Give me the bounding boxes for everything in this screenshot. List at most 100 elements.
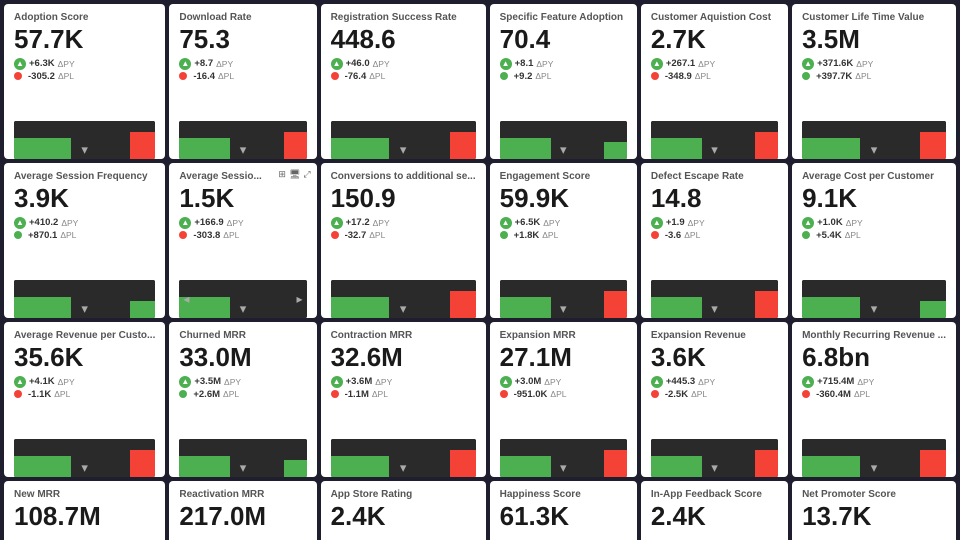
- card-chart: ▾: [179, 121, 306, 159]
- metric-card[interactable]: Contraction MRR32.6M▲+3.6M ΔPY-1.1M ΔPL▾: [321, 322, 486, 477]
- metric-card[interactable]: Average Revenue per Custo...35.6K▲+4.1K …: [4, 322, 165, 477]
- delta-green-icon: ▲: [500, 217, 512, 229]
- metric-card[interactable]: Average Cost per Customer9.1K▲+1.0K ΔPY+…: [792, 163, 956, 318]
- delta-py-value: +715.4M: [817, 376, 854, 387]
- delta-pl-value: +870.1: [28, 230, 57, 241]
- metric-card[interactable]: Customer Aquistion Cost 2.7K ▲+267.1 ΔPY-3…: [641, 4, 788, 159]
- delta-pl: -1.1K ΔPL: [14, 389, 155, 400]
- delta-pl-label: ΔPL: [542, 230, 558, 240]
- metric-card[interactable]: Average Session Frequency3.9K▲+410.2 ΔPY…: [4, 163, 165, 318]
- delta-pl-red-icon: [651, 231, 659, 239]
- metric-card[interactable]: Download Rate75.3▲+8.7 ΔPY-16.4 ΔPL▾: [169, 4, 316, 159]
- delta-pl: -2.5K ΔPL: [651, 389, 778, 400]
- metric-card[interactable]: Defect Escape Rate14.8▲+1.9 ΔPY-3.6 ΔPL▾: [641, 163, 788, 318]
- delta-py-label: ΔPY: [856, 59, 873, 69]
- delta-pl: -951.0K ΔPL: [500, 389, 627, 400]
- delta-pl-label: ΔPL: [695, 71, 711, 81]
- delta-pl-label: ΔPL: [223, 230, 239, 240]
- delta-pl-red-icon: [651, 72, 659, 80]
- delta-pl-red-icon: [500, 390, 508, 398]
- delta-pl-green-icon: [500, 72, 508, 80]
- metric-card[interactable]: New MRR108.7M: [4, 481, 165, 540]
- metric-card[interactable]: Net Promoter Score13.7K: [792, 481, 956, 540]
- delta-pl-label: ΔPL: [854, 389, 870, 399]
- card-chart: ▾: [331, 439, 476, 477]
- metric-card[interactable]: Adoption Score57.7K▲+6.3K ΔPY-305.2 ΔPL▾: [4, 4, 165, 159]
- delta-pl: -3.6 ΔPL: [651, 230, 778, 241]
- delta-green-icon: ▲: [179, 58, 191, 70]
- delta-py: ▲+17.2 ΔPY: [331, 217, 476, 229]
- delta-pl: +1.8K ΔPL: [500, 230, 627, 241]
- delta-pl-value: -3.6: [665, 230, 681, 241]
- metric-card[interactable]: Happiness Score61.3K: [490, 481, 637, 540]
- delta-pl: +9.2 ΔPL: [500, 71, 627, 82]
- delta-py: ▲+267.1 ΔPY: [651, 58, 778, 70]
- delta-py: ▲+6.3K ΔPY: [14, 58, 155, 70]
- card-title: Monthly Recurring Revenue ...: [802, 330, 946, 341]
- delta-py-value: +3.5M: [194, 376, 221, 387]
- card-chart: ▾: [331, 121, 476, 159]
- card-deltas: ▲+3.5M ΔPY+2.6M ΔPL: [179, 376, 306, 400]
- delta-py-value: +8.1: [515, 58, 534, 69]
- delta-pl: -32.7 ΔPL: [331, 230, 476, 241]
- delta-green-icon: ▲: [331, 58, 343, 70]
- delta-pl-label: ΔPL: [369, 71, 385, 81]
- delta-py-label: ΔPY: [216, 59, 233, 69]
- card-value: 3.6K: [651, 343, 778, 372]
- metric-card[interactable]: Customer Life Time Value3.5M▲+371.6K ΔPY…: [792, 4, 956, 159]
- card-deltas: ▲+6.5K ΔPY+1.8K ΔPL: [500, 217, 627, 241]
- expand-icon[interactable]: ⤢: [303, 169, 310, 180]
- card-deltas: ▲+410.2 ΔPY+870.1 ΔPL: [14, 217, 155, 241]
- delta-py-value: +410.2: [29, 217, 58, 228]
- metric-card[interactable]: Specific Feature Adoption70.4▲+8.1 ΔPY+9…: [490, 4, 637, 159]
- metric-card[interactable]: Reactivation MRR217.0M: [169, 481, 316, 540]
- metric-card[interactable]: Expansion Revenue3.6K▲+445.3 ΔPY-2.5K ΔP…: [641, 322, 788, 477]
- metric-card[interactable]: Churned MRR33.0M▲+3.5M ΔPY+2.6M ΔPL▾: [169, 322, 316, 477]
- card-chart: ▾: [802, 439, 946, 477]
- delta-py-value: +1.9: [666, 217, 685, 228]
- metric-card[interactable]: In-App Feedback Score2.4K: [641, 481, 788, 540]
- metric-card[interactable]: App Store Rating2.4K: [321, 481, 486, 540]
- dashboard-grid[interactable]: Adoption Score57.7K▲+6.3K ΔPY-305.2 ΔPL▾…: [0, 0, 960, 540]
- delta-pl-red-icon: [14, 72, 22, 80]
- grid-icon[interactable]: ⊞: [278, 169, 286, 180]
- delta-pl-value: -348.9: [665, 71, 692, 82]
- card-value: 2.7K: [651, 25, 778, 54]
- delta-py-label: ΔPY: [698, 59, 715, 69]
- delta-pl-value: -303.8: [193, 230, 220, 241]
- delta-green-icon: ▲: [14, 58, 26, 70]
- metric-card[interactable]: Expansion MRR27.1M▲+3.0M ΔPY-951.0K ΔPL▾: [490, 322, 637, 477]
- card-chart: ▾: [179, 439, 306, 477]
- card-deltas: ▲+267.1 ΔPY-348.9 ΔPL: [651, 58, 778, 82]
- delta-py-label: ΔPY: [58, 59, 75, 69]
- delta-pl-value: -76.4: [345, 71, 367, 82]
- card-value: 57.7K: [14, 25, 155, 54]
- delta-py-label: ΔPY: [698, 377, 715, 387]
- card-deltas: ▲+8.7 ΔPY-16.4 ΔPL: [179, 58, 306, 82]
- delta-pl-label: ΔPL: [691, 389, 707, 399]
- delta-py-value: +445.3: [666, 376, 695, 387]
- card-title: Average Session Frequency: [14, 171, 155, 182]
- card-title: Customer Life Time Value: [802, 12, 946, 23]
- metric-card[interactable]: Registration Success Rate448.6▲+46.0 ΔPY…: [321, 4, 486, 159]
- delta-green-icon: ▲: [14, 376, 26, 388]
- delta-py-label: ΔPY: [857, 377, 874, 387]
- metric-card[interactable]: Monthly Recurring Revenue ...6.8bn▲+715.…: [792, 322, 956, 477]
- card-chart: ▾: [14, 121, 155, 159]
- card-title: Customer Aquistion Cost: [651, 12, 778, 23]
- monitor-icon[interactable]: 🖥: [289, 169, 300, 180]
- delta-py-label: ΔPY: [58, 377, 75, 387]
- card-title: Net Promoter Score: [802, 489, 946, 500]
- delta-py-label: ΔPY: [688, 218, 705, 228]
- card-value: 70.4: [500, 25, 627, 54]
- delta-py: ▲+371.6K ΔPY: [802, 58, 946, 70]
- metric-card[interactable]: Engagement Score59.9K▲+6.5K ΔPY+1.8K ΔPL…: [490, 163, 637, 318]
- metric-card[interactable]: Conversions to additional se...150.9▲+17…: [321, 163, 486, 318]
- delta-pl-value: -32.7: [345, 230, 367, 241]
- card-value: 9.1K: [802, 184, 946, 213]
- card-value: 448.6: [331, 25, 476, 54]
- card-chart: ▾: [651, 121, 778, 159]
- metric-card[interactable]: ⊞🖥⤢Average Sessio...1.5K▲+166.9 ΔPY-303.…: [169, 163, 316, 318]
- card-value: 27.1M: [500, 343, 627, 372]
- metrics-grid: Adoption Score57.7K▲+6.3K ΔPY-305.2 ΔPL▾…: [4, 4, 956, 540]
